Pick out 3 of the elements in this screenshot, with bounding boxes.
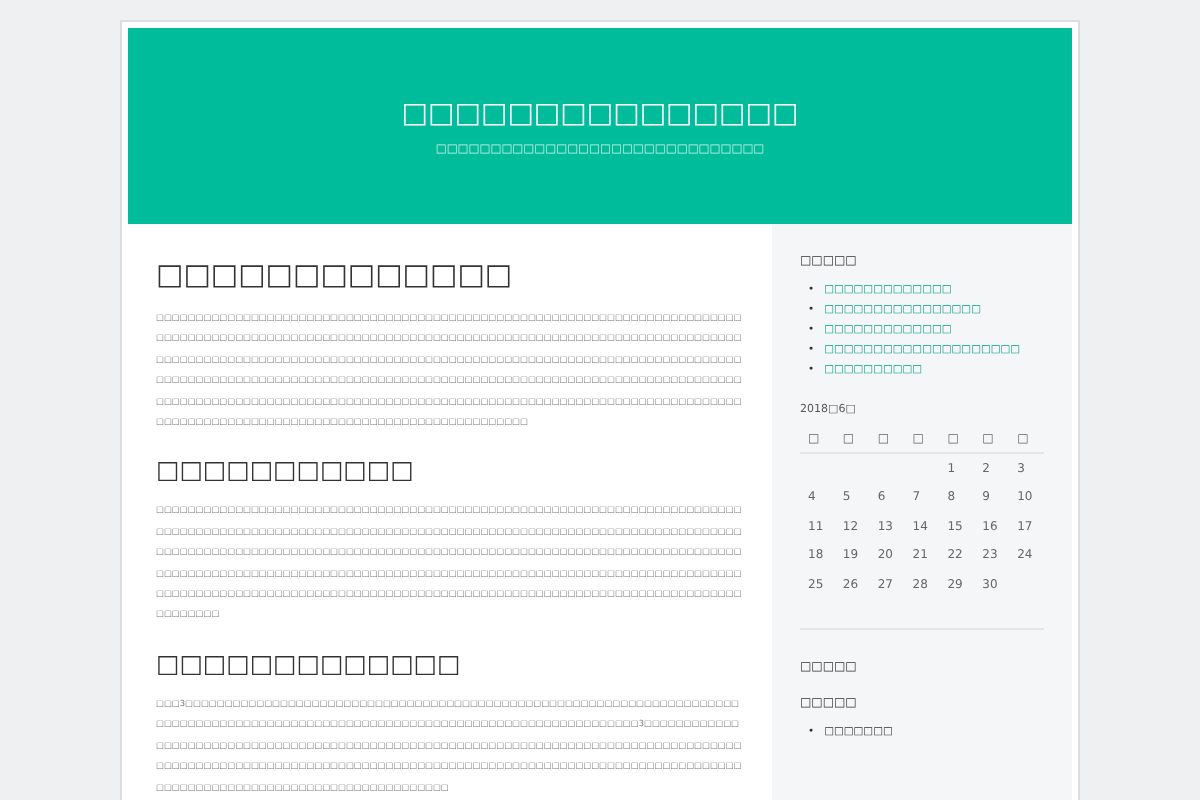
section-heading: □□□□□□□□□□□□□ xyxy=(156,645,463,682)
section-heading: □□□□□□□□□□□ xyxy=(156,452,416,489)
article-title: □□□□□□□□□□□□□ xyxy=(156,258,515,296)
